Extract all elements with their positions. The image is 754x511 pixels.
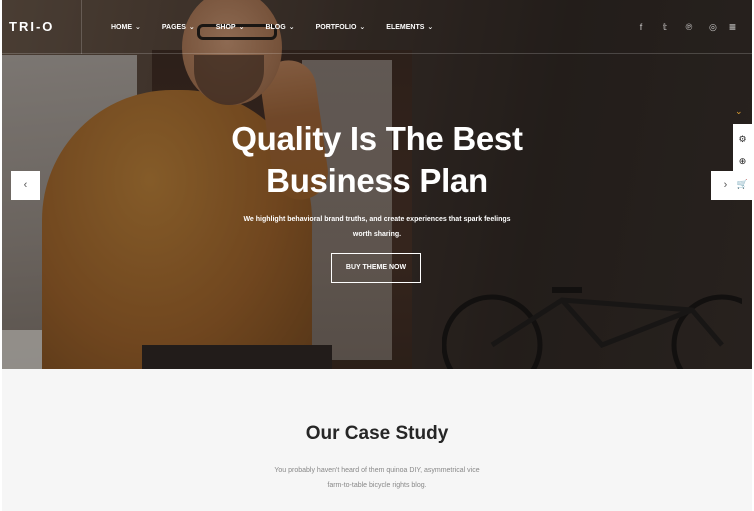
instagram-icon[interactable]: ◎ (701, 22, 725, 33)
nav-item-label: HOME (111, 23, 132, 31)
hero-slider: Quality Is The Best Business Plan We hig… (2, 0, 752, 369)
nav-item-blog[interactable]: BLOG ⌄ (265, 23, 295, 32)
twitter-icon[interactable]: 𝕥 (653, 22, 677, 33)
nav-item-label: SHOP (215, 23, 236, 31)
nav-item-pages[interactable]: PAGES ⌄ (161, 23, 195, 32)
chevron-down-icon: ⌄ (238, 24, 245, 31)
nav-item-label: PORTFOLIO (315, 23, 357, 31)
side-panel-chevron-icon[interactable]: ⌄ (735, 106, 743, 117)
facebook-icon[interactable]: f (629, 22, 653, 32)
buy-theme-button[interactable]: BUY THEME NOW (331, 253, 421, 283)
page: Quality Is The Best Business Plan We hig… (2, 0, 752, 511)
hero-title-line2: Business Plan (266, 162, 488, 199)
chevron-down-icon: ⌄ (135, 24, 141, 31)
hero-subtitle: We highlight behavioral brand truths, an… (243, 216, 511, 238)
lifebuoy-icon[interactable]: ⊕ (739, 157, 747, 166)
case-study-section: Our Case Study You probably haven't hear… (2, 369, 752, 511)
case-study-text: You probably haven't heard of them quino… (242, 463, 512, 493)
slider-prev-button[interactable]: ‹ (11, 171, 40, 200)
gear-icon[interactable]: ⚙ (738, 134, 746, 144)
pinterest-icon[interactable]: ℗ (677, 22, 701, 32)
chevron-down-icon: ⌄ (288, 24, 295, 31)
site-header: TRI-O HOME ⌄ PAGES ⌄ SHOP ⌄ BLOG ⌄ PORTF… (2, 0, 752, 54)
chevron-left-icon: ‹ (23, 179, 28, 191)
nav-item-label: BLOG (265, 23, 286, 31)
case-study-text-line1: You probably haven't heard of them quino… (274, 467, 480, 474)
site-logo[interactable]: TRI-O (2, 0, 82, 54)
cart-icon[interactable]: 🛒 (737, 180, 748, 189)
nav-item-label: PAGES (161, 23, 186, 31)
case-study-title: Our Case Study (305, 423, 449, 444)
social-links: f 𝕥 ℗ ◎ ≡ (629, 0, 736, 54)
hero-title: Quality Is The Best Business Plan (2, 118, 752, 202)
chevron-right-icon: › (723, 179, 728, 191)
chevron-down-icon: ⌄ (188, 24, 195, 31)
hero-title-line1: Quality Is The Best (231, 120, 523, 157)
nav-item-shop[interactable]: SHOP ⌄ (215, 23, 245, 32)
side-tools-panel: ⚙ ⊕ 🛒 (733, 124, 752, 200)
nav-item-portfolio[interactable]: PORTFOLIO ⌄ (315, 23, 366, 32)
nav-item-elements[interactable]: ELEMENTS ⌄ (386, 23, 434, 32)
nav-item-label: ELEMENTS (386, 23, 425, 31)
chevron-down-icon: ⌄ (359, 24, 366, 31)
chevron-down-icon: ⌄ (427, 24, 434, 31)
nav-item-home[interactable]: HOME ⌄ (111, 23, 141, 32)
hamburger-menu-icon[interactable]: ≡ (729, 20, 736, 34)
main-nav: HOME ⌄ PAGES ⌄ SHOP ⌄ BLOG ⌄ PORTFOLIO ⌄… (111, 0, 454, 54)
case-study-text-line2: farm-to-table bicycle rights blog. (327, 482, 427, 489)
